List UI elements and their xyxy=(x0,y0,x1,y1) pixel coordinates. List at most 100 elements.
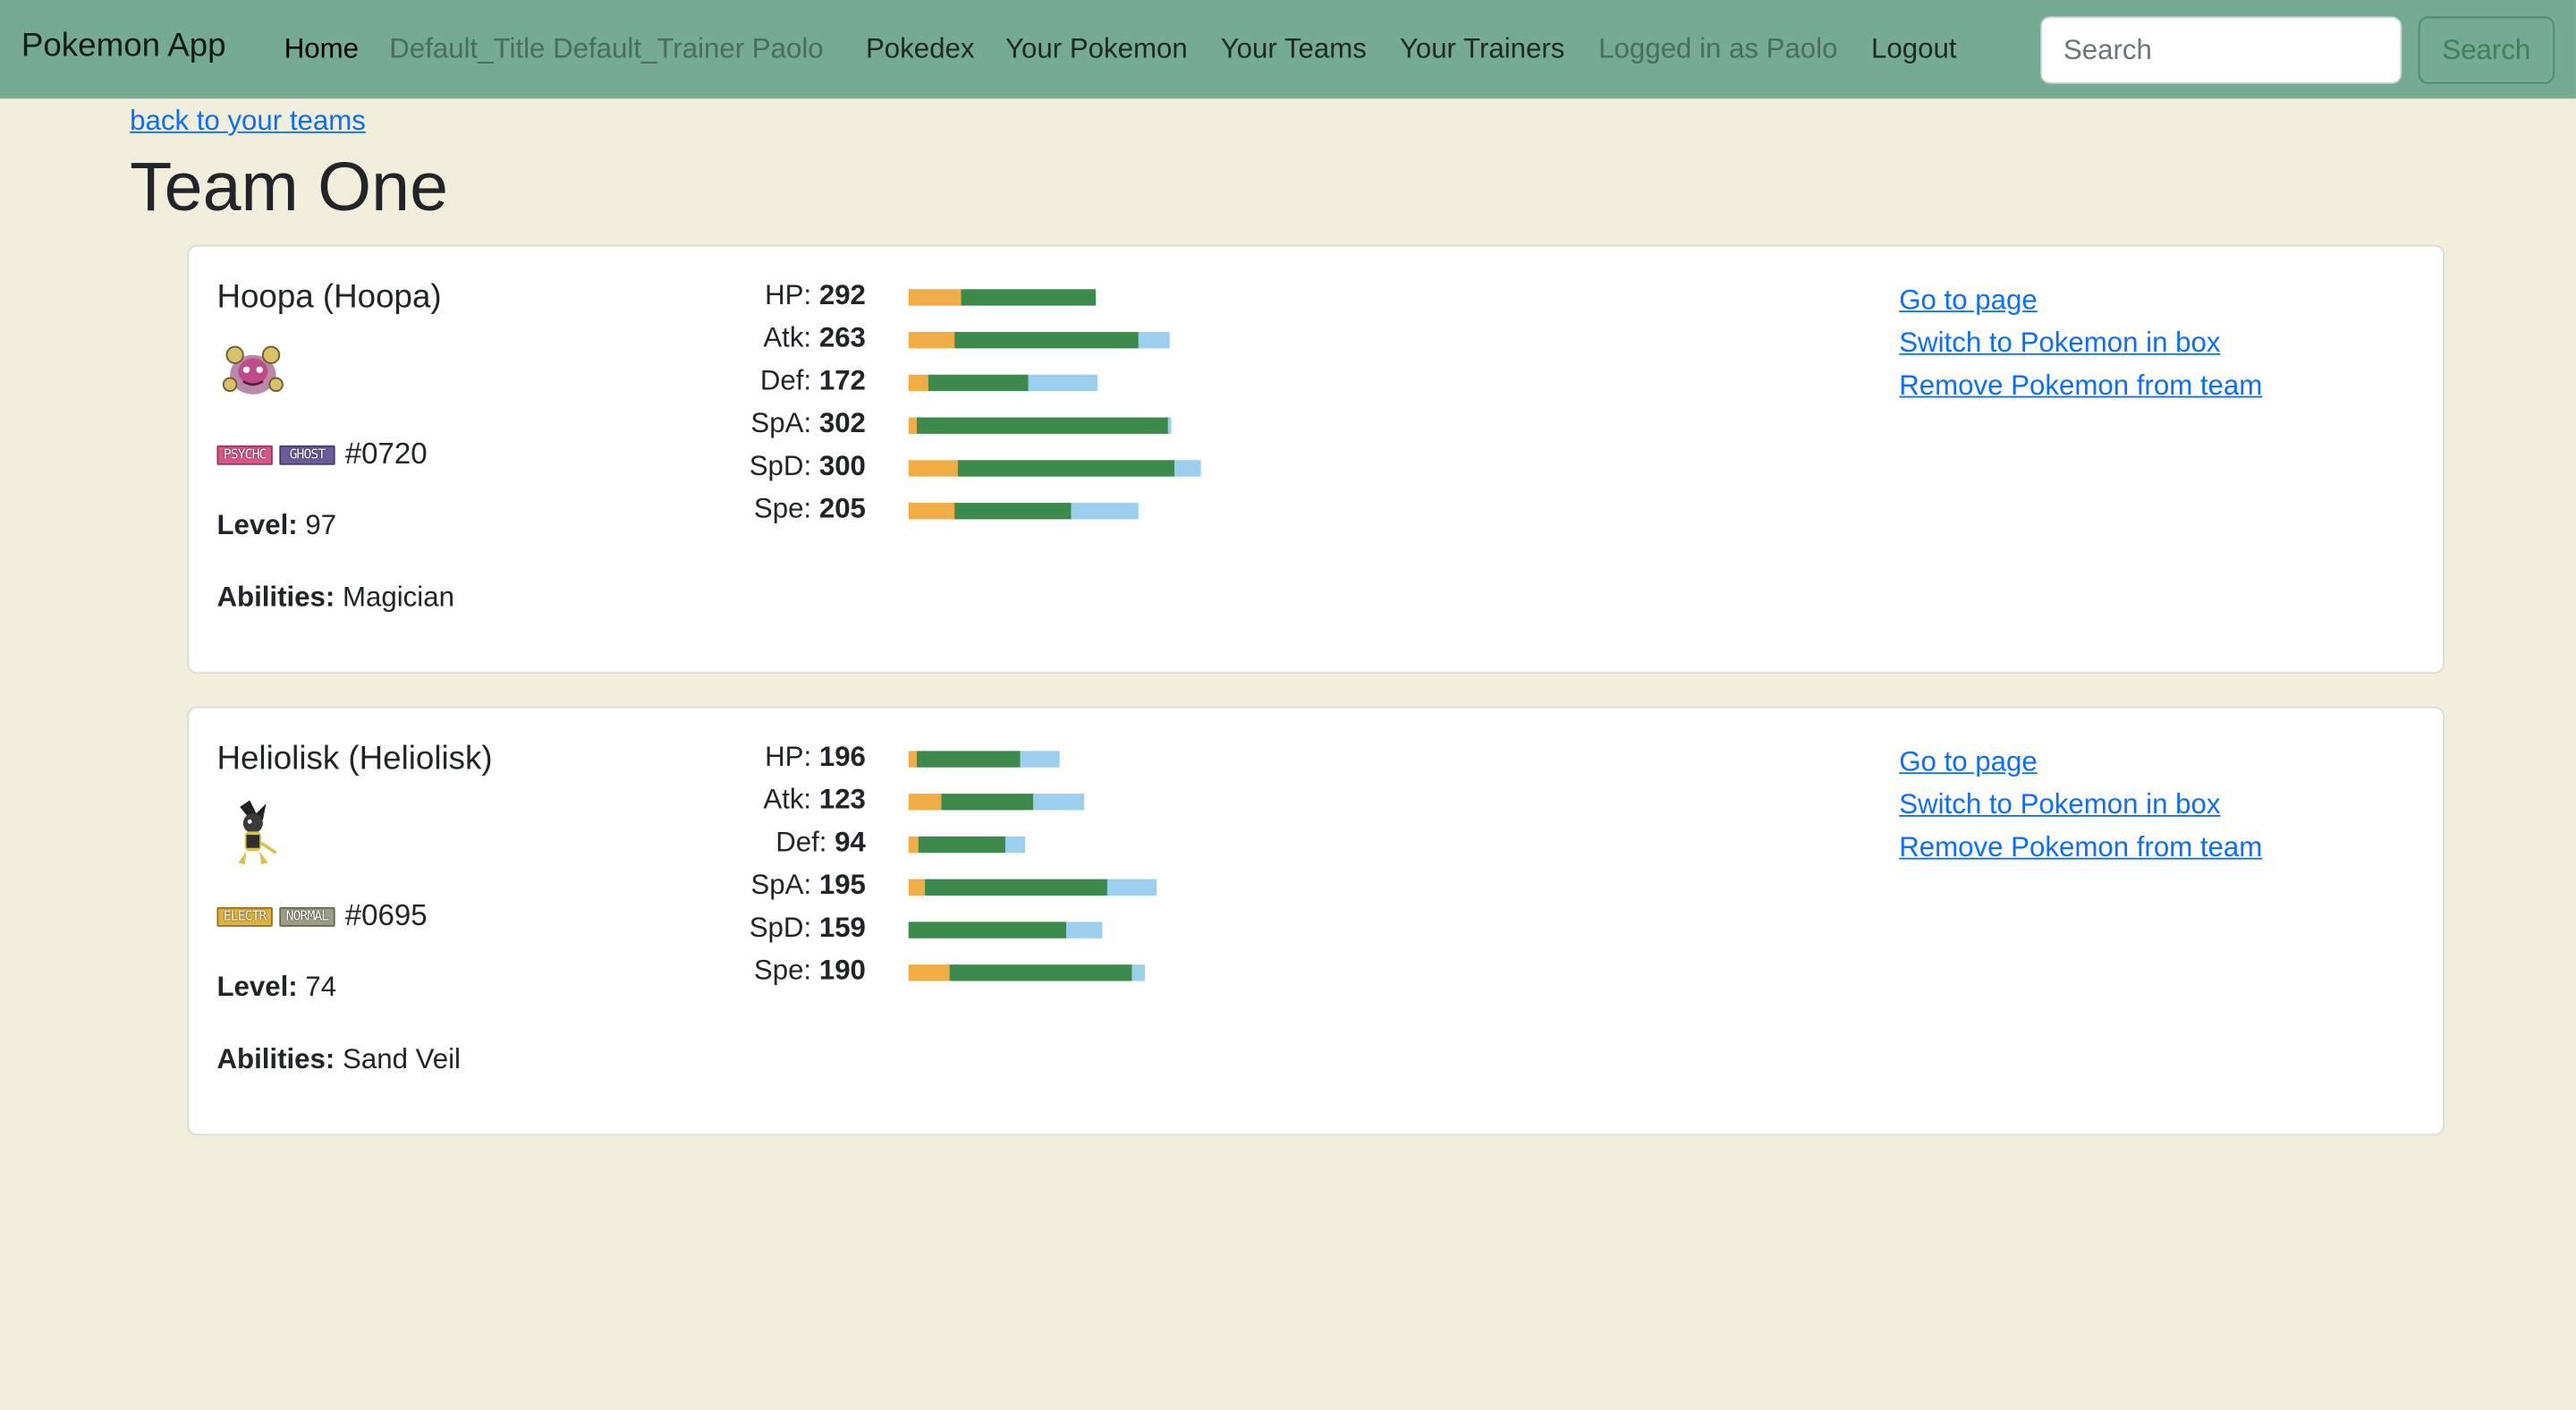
stat-value: 123 xyxy=(818,784,866,816)
stat-name: SpD: xyxy=(749,450,812,482)
stat-label: Atk: 123 xyxy=(715,784,866,817)
nav-your-trainers[interactable]: Your Trainers xyxy=(1400,33,1565,66)
stat-bar-extra-segment xyxy=(1106,879,1157,896)
stat-row: Atk: 123 xyxy=(715,784,1404,827)
nav-your-teams[interactable]: Your Teams xyxy=(1221,33,1367,66)
stat-row: SpA: 195 xyxy=(715,870,1404,913)
stat-label: HP: 292 xyxy=(715,279,866,312)
stat-bar-base-segment xyxy=(908,374,928,392)
stat-bar-extra-segment xyxy=(1028,374,1097,392)
stat-name: Atk: xyxy=(763,784,812,816)
stat-row: Atk: 263 xyxy=(715,322,1404,365)
stat-value: 292 xyxy=(818,279,866,311)
stat-value: 196 xyxy=(818,741,866,773)
stat-bar-extra-segment xyxy=(1071,503,1139,520)
nav-pokedex[interactable]: Pokedex xyxy=(866,33,975,66)
type-badge-psychic: PSYCHC xyxy=(216,444,273,464)
stat-name: SpA: xyxy=(750,869,812,901)
stat-bar xyxy=(908,332,1170,349)
abilities-value: Sand Veil xyxy=(343,1043,461,1075)
stat-label: Atk: 263 xyxy=(715,322,866,355)
type-badges: PSYCHC GHOST #0720 xyxy=(216,437,428,472)
stat-bar-main-segment xyxy=(916,417,1168,434)
stat-row: Spe: 205 xyxy=(715,493,1404,536)
stat-bar xyxy=(908,503,1139,520)
stat-value: 300 xyxy=(818,450,866,482)
stat-bar-main-segment xyxy=(941,794,1034,811)
pokemon-name: Heliolisk (Heliolisk) xyxy=(216,741,493,777)
stat-name: Spe: xyxy=(753,955,812,987)
type-badges: ELECTR NORMAL #0695 xyxy=(216,898,428,934)
stat-row: Def: 94 xyxy=(715,827,1404,870)
stat-bar-base-segment xyxy=(908,332,955,349)
stat-bar-main-segment xyxy=(908,922,1067,939)
stat-bar xyxy=(908,374,1097,392)
nav-home[interactable]: Home xyxy=(284,33,359,66)
switch-to-box-link[interactable]: Switch to Pokemon in box xyxy=(1899,322,2262,365)
pokemon-card: Hoopa (Hoopa) PSYCHC GHOST #0720 Level: … xyxy=(187,244,2445,675)
stat-row: Spe: 190 xyxy=(715,955,1404,998)
stat-bar xyxy=(908,964,1146,981)
stat-bar-extra-segment xyxy=(1138,332,1170,349)
pokemon-card: Heliolisk (Heliolisk) ELECTR NORMAL #069… xyxy=(187,706,2445,1136)
type-badge-electric: ELECTR xyxy=(216,905,273,926)
stat-bar-main-segment xyxy=(925,879,1107,896)
stat-name: SpD: xyxy=(749,912,812,944)
stat-label: Spe: 205 xyxy=(715,493,866,526)
nav-logged-in-as: Logged in as Paolo xyxy=(1598,32,1838,64)
remove-from-team-link[interactable]: Remove Pokemon from team xyxy=(1899,827,2262,870)
nav-trainer-title: Default_Title Default_Trainer Paolo xyxy=(389,32,824,64)
heliolisk-sprite-icon xyxy=(238,800,277,865)
stat-label: SpA: 302 xyxy=(715,408,866,441)
stat-bar-base-segment xyxy=(908,751,917,768)
pokemon-actions: Go to page Switch to Pokemon in box Remo… xyxy=(1899,741,2262,869)
stat-bar-base-segment xyxy=(908,836,919,854)
stat-bar-main-segment xyxy=(918,836,1006,854)
stat-value: 195 xyxy=(818,869,866,901)
stat-bar xyxy=(908,922,1103,939)
nav-your-pokemon[interactable]: Your Pokemon xyxy=(1005,33,1188,66)
dex-number: #0695 xyxy=(344,898,428,932)
level-line: Level: 97 xyxy=(216,509,336,542)
nav-logout[interactable]: Logout xyxy=(1871,33,1957,66)
stat-row: Def: 172 xyxy=(715,365,1404,408)
stat-bar-main-segment xyxy=(949,964,1132,981)
pokemon-actions: Go to page Switch to Pokemon in box Remo… xyxy=(1899,279,2262,407)
stat-name: HP: xyxy=(765,741,812,773)
stat-row: HP: 196 xyxy=(715,741,1404,784)
stat-bar-main-segment xyxy=(961,289,1097,306)
stat-label: SpD: 159 xyxy=(715,912,866,945)
stat-bar-extra-segment xyxy=(1005,836,1026,854)
stat-label: HP: 196 xyxy=(715,741,866,774)
type-badge-ghost: GHOST xyxy=(279,444,335,464)
stat-label: SpD: 300 xyxy=(715,450,866,483)
back-to-teams-link[interactable]: back to your teams xyxy=(130,106,366,139)
stat-value: 302 xyxy=(818,407,866,439)
stat-bar xyxy=(908,460,1201,477)
stat-name: Atk: xyxy=(763,321,812,353)
stat-value: 263 xyxy=(818,321,866,353)
stat-name: Def: xyxy=(775,826,827,858)
level-label: Level: xyxy=(216,971,298,1003)
search-input[interactable] xyxy=(2040,16,2402,84)
stat-bar xyxy=(908,289,1097,306)
abilities-line: Abilities: Magician xyxy=(216,582,454,615)
stat-value: 190 xyxy=(818,955,866,987)
search-button[interactable]: Search xyxy=(2418,16,2555,84)
level-value: 74 xyxy=(305,971,337,1003)
stat-bar-base-segment xyxy=(908,879,926,896)
stat-bar-base-segment xyxy=(908,460,958,477)
stat-bar-extra-segment xyxy=(1174,460,1201,477)
go-to-page-link[interactable]: Go to page xyxy=(1899,279,2262,322)
stat-row: SpD: 159 xyxy=(715,912,1404,955)
stat-bar xyxy=(908,751,1060,768)
stat-value: 205 xyxy=(818,493,866,524)
top-navbar: Pokemon App Home Default_Title Default_T… xyxy=(0,0,2576,99)
stat-bar-base-segment xyxy=(908,503,955,520)
stat-value: 94 xyxy=(835,826,866,858)
brand-link[interactable]: Pokemon App xyxy=(21,28,226,65)
switch-to-box-link[interactable]: Switch to Pokemon in box xyxy=(1899,784,2262,827)
go-to-page-link[interactable]: Go to page xyxy=(1899,741,2262,784)
stat-value: 159 xyxy=(818,912,866,944)
remove-from-team-link[interactable]: Remove Pokemon from team xyxy=(1899,365,2262,408)
